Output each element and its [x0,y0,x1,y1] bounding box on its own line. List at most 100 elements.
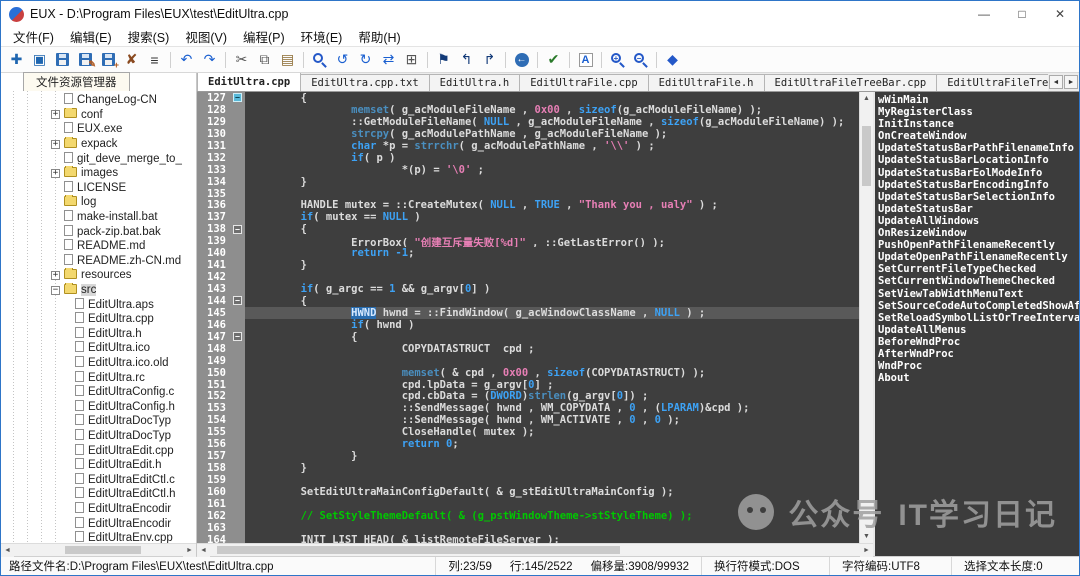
editor-line[interactable]: 151 cpd.lpData = g_argv[0] ; [197,379,859,391]
replace-icon[interactable]: ⇄ [377,49,400,70]
editor-line[interactable]: 132 if( p ) [197,152,859,164]
editor-line[interactable]: 162 // SetStyleThemeDefault( & (g_pstWin… [197,510,859,522]
scroll-thumb[interactable] [217,546,620,554]
symbol-item[interactable]: UpdateStatusBarPathFilenameInfo [878,142,1079,154]
symbol-item[interactable]: UpdateStatusBarSelectionInfo [878,191,1079,203]
symbol-item[interactable]: UpdateAllMenus [878,324,1079,336]
editor-line[interactable]: 159 [197,474,859,486]
find-icon[interactable] [308,49,331,70]
editor-line[interactable]: 156 return 0; [197,438,859,450]
symbol-item[interactable]: SetViewTabWidthMenuText [878,288,1079,300]
editor-line[interactable]: 160 SetEditUltraMainConfigDefault( & g_s… [197,486,859,498]
symbol-item[interactable]: PushOpenPathFilenameRecently [878,239,1079,251]
editor-line[interactable]: 153 ::SendMessage( hwnd , WM_COPYDATA , … [197,402,859,414]
fold-toggle-icon[interactable]: − [233,296,242,305]
menu-search[interactable]: 搜索(S) [120,25,178,48]
expand-icon[interactable]: + [51,110,60,119]
open-file-icon[interactable]: ▣ [28,49,51,70]
editor-line[interactable]: 143 if( g_argc == 1 && g_argv[0] ) [197,283,859,295]
fold-toggle-icon[interactable]: − [233,332,242,341]
editor-tab[interactable]: EditUltra.cpp.txt [300,74,429,91]
editor-tab[interactable]: EditUltra.cpp [197,73,301,91]
symbol-item[interactable]: UpdateStatusBarLocationInfo [878,154,1079,166]
tree-row[interactable]: make-install.bat [1,210,196,225]
scroll-down-icon[interactable]: ▼ [860,530,873,543]
close-file-icon[interactable]: ✘ [120,49,143,70]
explorer-tab[interactable]: 文件资源管理器 [23,72,130,91]
menu-edit[interactable]: 编辑(E) [62,25,120,48]
symbol-item[interactable]: OnCreateWindow [878,130,1079,142]
tree-row[interactable]: +images [1,166,196,181]
editor-line[interactable]: 128 memset( g_acModuleFileName , 0x00 , … [197,104,859,116]
editor-line[interactable]: 137 if( mutex == NULL ) [197,211,859,223]
undo-icon[interactable]: ↶ [175,49,198,70]
tree-row[interactable]: README.md [1,239,196,254]
editor-line[interactable]: 164 INIT_LIST_HEAD( & listRemoteFileServ… [197,534,859,543]
tree-horizontal-scrollbar[interactable]: ◄ ► [1,543,196,556]
symbol-item[interactable]: SetCurrentWindowThemeChecked [878,275,1079,287]
symbol-item[interactable]: About [878,372,1079,384]
maximize-button[interactable]: □ [1003,1,1041,27]
editor-horizontal-scrollbar[interactable]: ◄ ► [197,543,873,556]
editor-line[interactable]: 161 [197,498,859,510]
editor-line[interactable]: 155 CloseHandle( mutex ); [197,426,859,438]
tree-row[interactable]: EUX.exe [1,122,196,137]
editor-line[interactable]: 140 return -1; [197,247,859,259]
symbol-item[interactable]: UpdateAllWindows [878,215,1079,227]
symbol-item[interactable]: SetSourceCodeAutoCompletedShowAf [878,300,1079,312]
tree-row[interactable]: EditUltraEditCtl.c [1,472,196,487]
tree-row[interactable]: +conf [1,108,196,123]
back-icon[interactable]: ← [510,49,533,70]
tree-row[interactable]: EditUltraDocTyp [1,429,196,444]
scroll-left-icon[interactable]: ◄ [197,544,210,557]
symbol-item[interactable]: MyRegisterClass [878,106,1079,118]
expand-icon[interactable]: + [51,271,60,280]
expand-icon[interactable]: + [51,169,60,178]
symbol-item[interactable]: OnResizeWindow [878,227,1079,239]
menu-file[interactable]: 文件(F) [5,25,62,48]
editor-line[interactable]: 141 } [197,259,859,271]
menu-help[interactable]: 帮助(H) [350,25,408,48]
editor-line[interactable]: 158 } [197,462,859,474]
highlight-mode-icon[interactable]: A [574,49,597,70]
minimize-button[interactable]: — [965,1,1003,27]
tree-row[interactable]: EditUltraDocTyp [1,414,196,429]
symbol-item[interactable]: InitInstance [878,118,1079,130]
editor-line[interactable]: 144− { [197,295,859,307]
collapse-icon[interactable]: − [51,286,60,295]
tree-row[interactable]: EditUltraEncodir [1,502,196,517]
new-file-icon[interactable]: ✚ [5,49,28,70]
symbol-item[interactable]: WndProc [878,360,1079,372]
tree-row[interactable]: LICENSE [1,181,196,196]
close-button[interactable]: ✕ [1041,1,1079,27]
fold-toggle-icon[interactable]: − [233,93,242,102]
tree-row[interactable]: EditUltraEncodir [1,516,196,531]
file-list-icon[interactable]: ≡ [143,49,166,70]
tree-row[interactable]: +resources [1,268,196,283]
editor-line[interactable]: 147− { [197,331,859,343]
scroll-right-icon[interactable]: ► [860,544,873,557]
scroll-thumb[interactable] [862,126,871,186]
symbol-item[interactable]: UpdateStatusBarEolModeInfo [878,167,1079,179]
editor-tab[interactable]: EditUltraFileTreeBar.cpp [764,74,938,91]
tab-scroll-left-icon[interactable]: ◄ [1049,75,1063,89]
editor-tab[interactable]: EditUltra.h [429,74,521,91]
editor-line[interactable]: 129 ::GetModuleFileName( NULL , g_acModu… [197,116,859,128]
expand-icon[interactable]: + [51,140,60,149]
editor-line[interactable]: 142 [197,271,859,283]
tree-row[interactable]: EditUltraEnv.cpp [1,531,196,543]
code-area[interactable]: 127− {128 memset( g_acModuleFileName , 0… [197,92,859,543]
editor-vertical-scrollbar[interactable]: ▲ ▼ [859,92,873,543]
menu-program[interactable]: 编程(P) [235,25,293,48]
editor-line[interactable]: 146 if( hwnd ) [197,319,859,331]
editor-tab[interactable]: EditUltraFile.cpp [519,74,648,91]
editor-line[interactable]: 131 char *p = strrchr( g_acModulePathNam… [197,140,859,152]
tree-row[interactable]: EditUltra.ico [1,341,196,356]
tree-row[interactable]: ChangeLog-CN [1,93,196,108]
menu-view[interactable]: 视图(V) [177,25,235,48]
scroll-up-icon[interactable]: ▲ [860,92,873,105]
editor-line[interactable]: 138− { [197,223,859,235]
syntax-check-icon[interactable]: ✔ [542,49,565,70]
find-prev-icon[interactable]: ↺ [331,49,354,70]
tree-row[interactable]: −src [1,283,196,298]
